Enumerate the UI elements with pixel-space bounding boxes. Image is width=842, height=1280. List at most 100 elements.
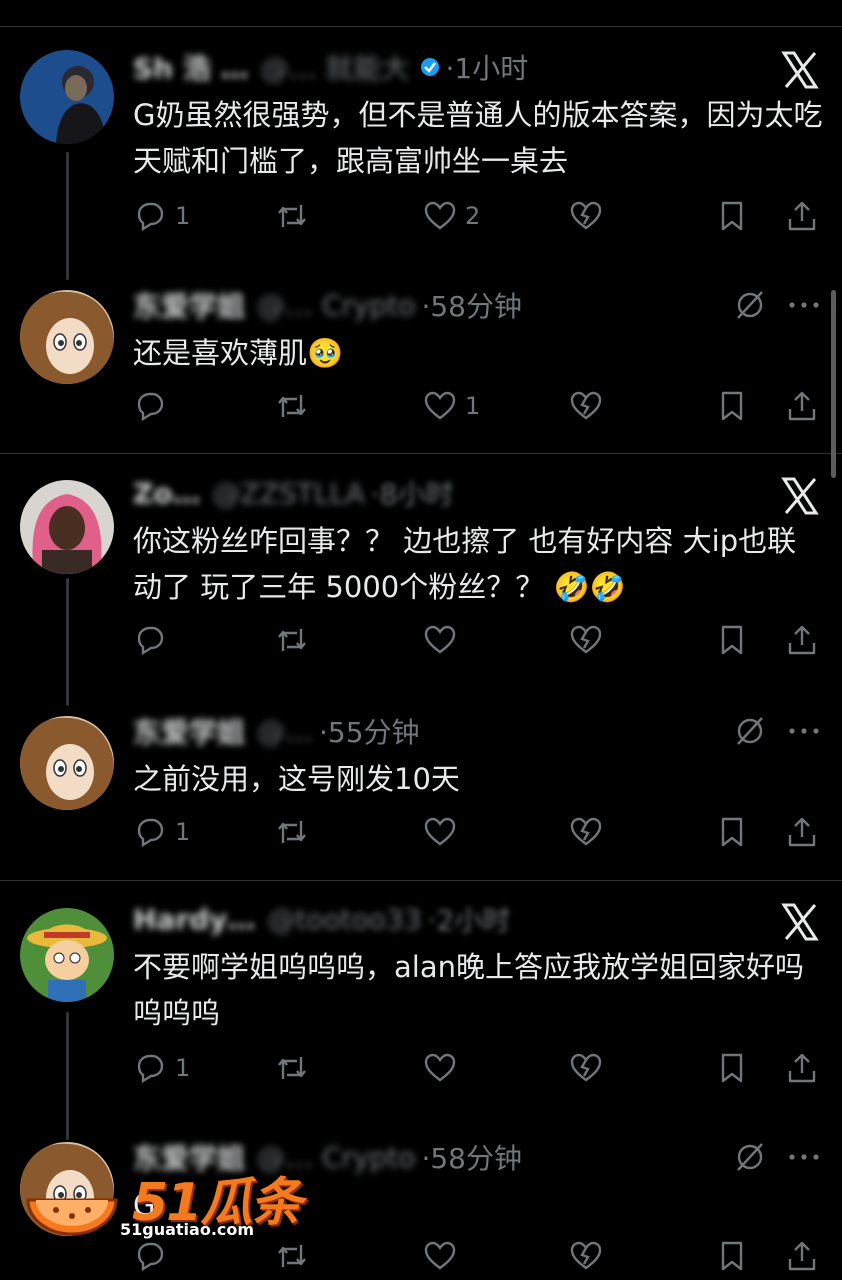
- avatar[interactable]: [20, 290, 114, 384]
- like-icon: [424, 817, 456, 846]
- author-handle[interactable]: @… 就能大: [261, 47, 410, 87]
- post-time: ·55分钟: [319, 716, 420, 749]
- share-button[interactable]: [785, 812, 819, 852]
- like-button[interactable]: 1: [423, 386, 480, 426]
- more-icon[interactable]: [786, 1140, 822, 1174]
- avatar[interactable]: [20, 908, 114, 1002]
- bookmark-button[interactable]: [715, 620, 749, 660]
- post-2[interactable]: 东爱学姐 @… Crypto ·58分钟 还是喜欢薄肌🥹 1: [0, 288, 842, 438]
- mute-icon[interactable]: [733, 714, 767, 748]
- mute-icon[interactable]: [733, 288, 767, 322]
- share-icon: [788, 1053, 816, 1083]
- author-handle[interactable]: @… Crypto: [257, 289, 415, 322]
- reply-button[interactable]: [133, 620, 175, 660]
- mute-icon[interactable]: [733, 1140, 767, 1174]
- post-header: Hardy… @tootoo33 ·2小时: [133, 902, 511, 938]
- avatar[interactable]: [20, 716, 114, 810]
- post-1[interactable]: Sh 浩 … @… 就能大 ·1小时 G奶虽然很强势，但不是普通人的版本答案，因…: [0, 50, 842, 250]
- reply-button[interactable]: [133, 386, 175, 426]
- like-button[interactable]: [423, 620, 465, 660]
- author-name[interactable]: 东爱学姐: [133, 711, 245, 751]
- bookmark-icon: [721, 1241, 743, 1271]
- grok-icon: [570, 1053, 602, 1082]
- grok-button[interactable]: [569, 620, 603, 660]
- post-5[interactable]: Hardy… @tootoo33 ·2小时 不要啊学姐呜呜呜，alan晚上答应我…: [0, 902, 842, 1112]
- like-count: 2: [465, 202, 481, 230]
- grok-icon: [570, 1241, 602, 1270]
- bookmark-button[interactable]: [715, 196, 749, 236]
- like-button[interactable]: [423, 812, 465, 852]
- like-icon: [424, 1053, 456, 1082]
- post-time: ·58分钟: [421, 1142, 522, 1175]
- like-button[interactable]: [423, 1048, 465, 1088]
- grok-button[interactable]: [569, 1048, 603, 1088]
- author-name[interactable]: 东爱学姐: [133, 285, 245, 325]
- share-icon: [788, 1241, 816, 1271]
- author-handle[interactable]: @tootoo33: [267, 903, 421, 936]
- retweet-icon: [278, 205, 306, 227]
- post-time: ·58分钟: [421, 290, 522, 323]
- author-name[interactable]: Zo…: [133, 477, 201, 510]
- reply-button[interactable]: 1: [133, 812, 190, 852]
- grok-icon: [570, 625, 602, 654]
- reply-count: 1: [175, 202, 191, 230]
- author-name[interactable]: Sh 浩 …: [133, 47, 249, 87]
- grok-button[interactable]: [569, 196, 603, 236]
- like-button[interactable]: [423, 1236, 457, 1276]
- more-icon[interactable]: [786, 288, 822, 322]
- bookmark-button[interactable]: [715, 812, 749, 852]
- post-header: 东爱学姐 @… ·55分钟: [133, 711, 420, 751]
- share-icon: [788, 625, 816, 655]
- share-button[interactable]: [785, 386, 819, 426]
- retweet-button[interactable]: [275, 196, 309, 236]
- post-4[interactable]: 东爱学姐 @… ·55分钟 之前没用，这号刚发10天 1: [0, 714, 842, 864]
- avatar[interactable]: [20, 480, 114, 574]
- retweet-button[interactable]: [275, 620, 309, 660]
- action-bar: 1: [133, 812, 823, 852]
- reply-icon: [137, 1054, 164, 1084]
- bookmark-button[interactable]: [715, 386, 749, 426]
- retweet-button[interactable]: [275, 1048, 309, 1088]
- grok-button[interactable]: [569, 386, 603, 426]
- post-text: 还是喜欢薄肌🥹: [133, 336, 344, 370]
- post-header: Zo… @ZZSTLLA ·8小时: [133, 476, 454, 512]
- share-icon: [788, 201, 816, 231]
- x-logo-icon: [781, 903, 819, 941]
- post-time: ·2小时: [427, 904, 511, 937]
- post-header: Sh 浩 … @… 就能大 ·1小时: [133, 47, 528, 87]
- post-text: 你这粉丝咋回事？？ 边也擦了 也有好内容 大ip也联动了 玩了三年 5000个粉…: [133, 524, 797, 604]
- more-icon[interactable]: [786, 714, 822, 748]
- retweet-icon: [278, 1057, 306, 1079]
- reply-icon: [137, 818, 164, 848]
- watermark: 51瓜条 51guatiao.com: [22, 1150, 312, 1250]
- grok-button[interactable]: [569, 812, 603, 852]
- verified-badge-icon: [420, 58, 439, 76]
- reply-count: 1: [175, 1054, 191, 1082]
- post-time: ·8小时: [370, 478, 454, 511]
- share-button[interactable]: [785, 1236, 819, 1276]
- scrollbar[interactable]: [831, 290, 836, 478]
- grok-button[interactable]: [569, 1236, 603, 1276]
- author-handle[interactable]: @…: [257, 715, 313, 748]
- bookmark-icon: [721, 1053, 743, 1083]
- grok-icon: [570, 201, 602, 230]
- bookmark-button[interactable]: [715, 1048, 749, 1088]
- retweet-icon: [278, 395, 306, 417]
- retweet-button[interactable]: [275, 812, 309, 852]
- author-name[interactable]: Hardy…: [133, 903, 255, 936]
- bookmark-button[interactable]: [715, 1236, 749, 1276]
- bookmark-icon: [721, 817, 743, 847]
- author-handle[interactable]: @ZZSTLLA: [213, 477, 365, 510]
- like-button[interactable]: 2: [423, 196, 480, 236]
- retweet-button[interactable]: [275, 386, 309, 426]
- reply-button[interactable]: 1: [133, 196, 190, 236]
- post-3[interactable]: Zo… @ZZSTLLA ·8小时 你这粉丝咋回事？？ 边也擦了 也有好内容 大…: [0, 476, 842, 676]
- avatar[interactable]: [20, 50, 114, 144]
- share-button[interactable]: [785, 620, 819, 660]
- action-bar: 1: [133, 1048, 823, 1088]
- bookmark-icon: [721, 391, 743, 421]
- share-button[interactable]: [785, 1048, 819, 1088]
- reply-button[interactable]: 1: [133, 1048, 190, 1088]
- share-button[interactable]: [785, 196, 819, 236]
- divider: [0, 880, 842, 881]
